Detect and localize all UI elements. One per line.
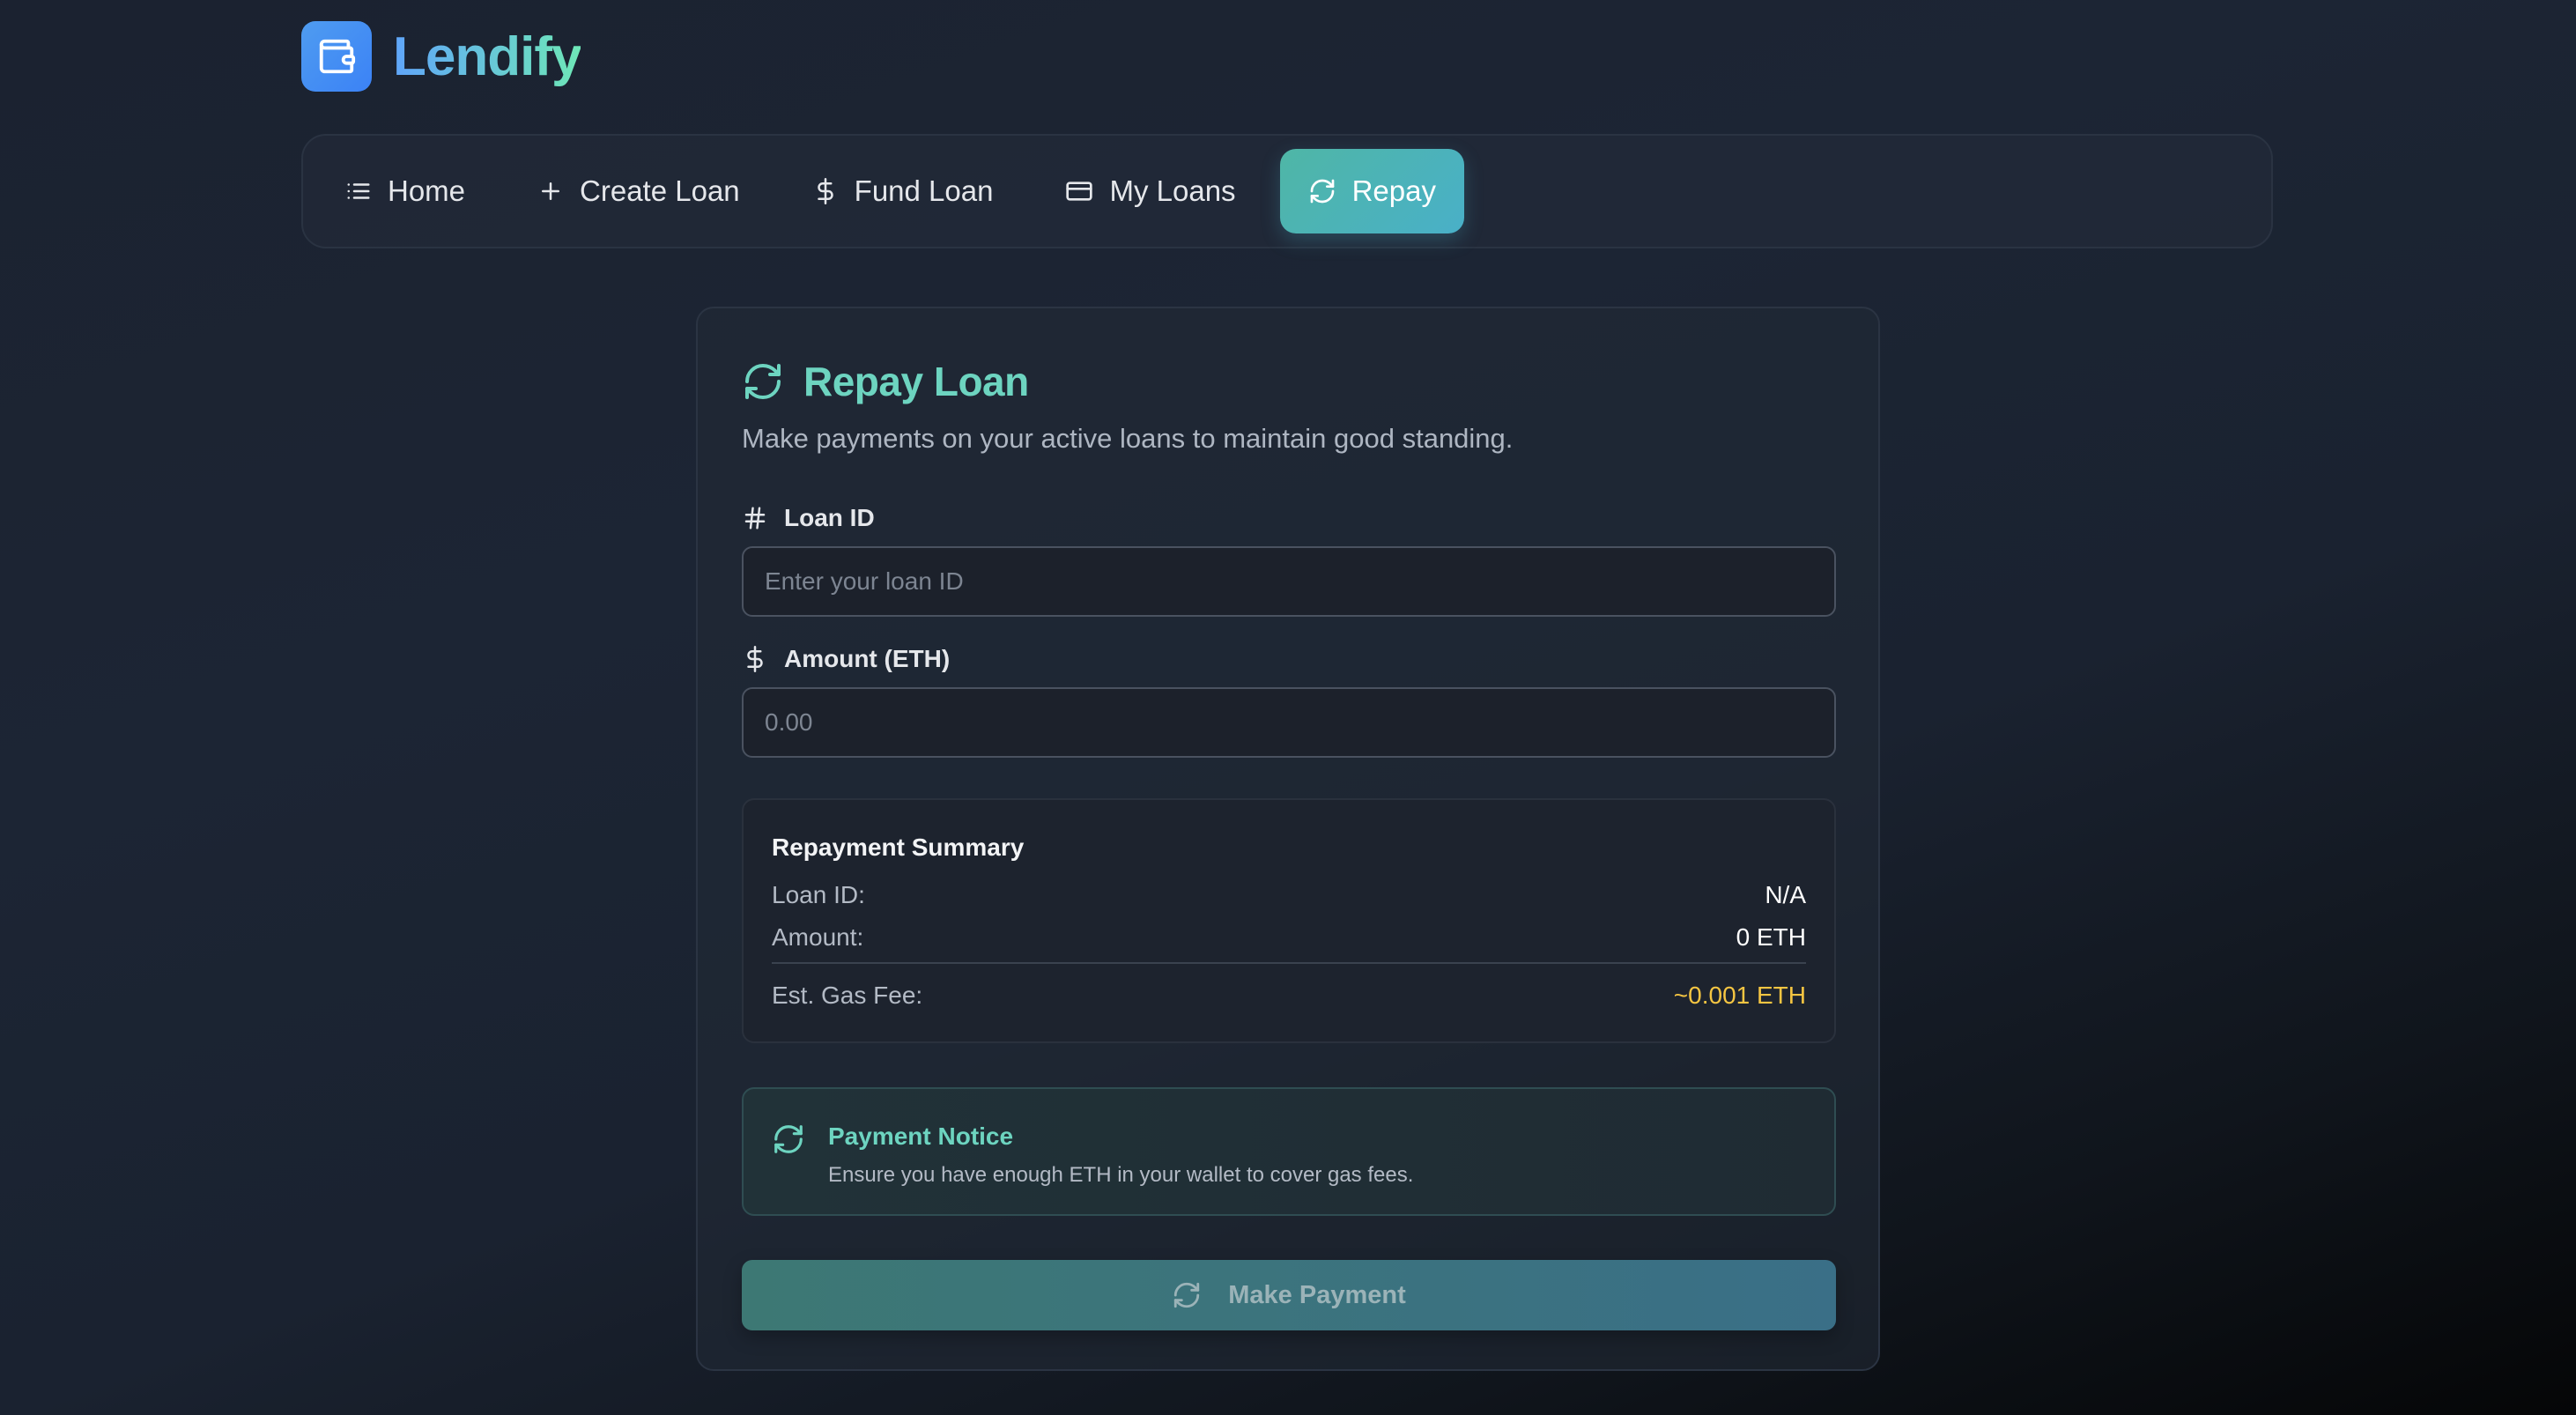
- make-payment-button[interactable]: Make Payment: [742, 1260, 1836, 1330]
- nav-item-home[interactable]: Home: [317, 149, 493, 233]
- summary-amount-value: 0 ETH: [1736, 923, 1806, 951]
- nav-item-label: My Loans: [1109, 174, 1236, 207]
- amount-label-text: Amount (ETH): [784, 645, 951, 672]
- page-title: Repay Loan: [803, 359, 1029, 404]
- repayment-summary: Repayment Summary Loan ID: N/A Amount: 0…: [742, 798, 1836, 1043]
- amount-input[interactable]: [742, 687, 1836, 758]
- nav-item-label: Create Loan: [580, 174, 740, 207]
- summary-amount-label: Amount:: [772, 923, 864, 951]
- main-nav: Home Create Loan Fund Loan My Loans Repa…: [301, 134, 2273, 248]
- app-header: Lendify: [301, 21, 581, 92]
- summary-loan-id-value: N/A: [1765, 881, 1806, 908]
- notice-text: Ensure you have enough ETH in your walle…: [828, 1163, 1414, 1187]
- refresh-icon: [774, 1125, 803, 1153]
- notice-title: Payment Notice: [828, 1122, 1014, 1150]
- nav-item-repay[interactable]: Repay: [1279, 149, 1464, 233]
- dollar-icon: [817, 178, 833, 204]
- summary-row-amount: Amount: 0 ETH: [772, 923, 1806, 952]
- refresh-icon: [745, 364, 781, 399]
- summary-divider: [772, 962, 1806, 964]
- app-logo-text: Lendify: [393, 26, 581, 87]
- page-subtitle: Make payments on your active loans to ma…: [742, 423, 1514, 454]
- summary-row-loan-id: Loan ID: N/A: [772, 881, 1806, 909]
- loan-id-input[interactable]: [742, 546, 1836, 617]
- nav-item-label: Fund Loan: [854, 174, 994, 207]
- summary-gas-label: Est. Gas Fee:: [772, 982, 923, 1009]
- plus-icon: [542, 182, 560, 200]
- summary-row-gas-fee: Est. Gas Fee: ~0.001 ETH: [772, 982, 1806, 1010]
- hash-icon: [744, 507, 766, 530]
- card-icon: [1066, 182, 1093, 201]
- summary-loan-id-label: Loan ID:: [772, 881, 865, 908]
- payment-notice: Payment Notice Ensure you have enough ET…: [742, 1087, 1836, 1216]
- nav-item-fund-loan[interactable]: Fund Loan: [784, 149, 1022, 233]
- wallet-icon: [301, 21, 372, 92]
- dollar-icon: [747, 646, 763, 672]
- refresh-icon: [1174, 1282, 1200, 1308]
- repay-loan-card: Repay Loan Make payments on your active …: [696, 307, 1880, 1371]
- amount-label: Amount (ETH): [742, 645, 950, 673]
- card-title: Repay Loan: [742, 358, 1029, 405]
- nav-item-label: Repay: [1351, 174, 1436, 207]
- make-payment-label: Make Payment: [1228, 1280, 1406, 1309]
- loan-id-label: Loan ID: [742, 504, 875, 532]
- nav-item-create-loan[interactable]: Create Loan: [509, 149, 768, 233]
- nav-item-label: Home: [388, 174, 466, 207]
- summary-title: Repayment Summary: [772, 833, 1025, 861]
- summary-gas-value: ~0.001 ETH: [1673, 982, 1806, 1009]
- loan-id-label-text: Loan ID: [784, 504, 875, 531]
- list-icon: [347, 183, 370, 199]
- refresh-icon: [1310, 179, 1334, 204]
- nav-item-my-loans[interactable]: My Loans: [1037, 149, 1263, 233]
